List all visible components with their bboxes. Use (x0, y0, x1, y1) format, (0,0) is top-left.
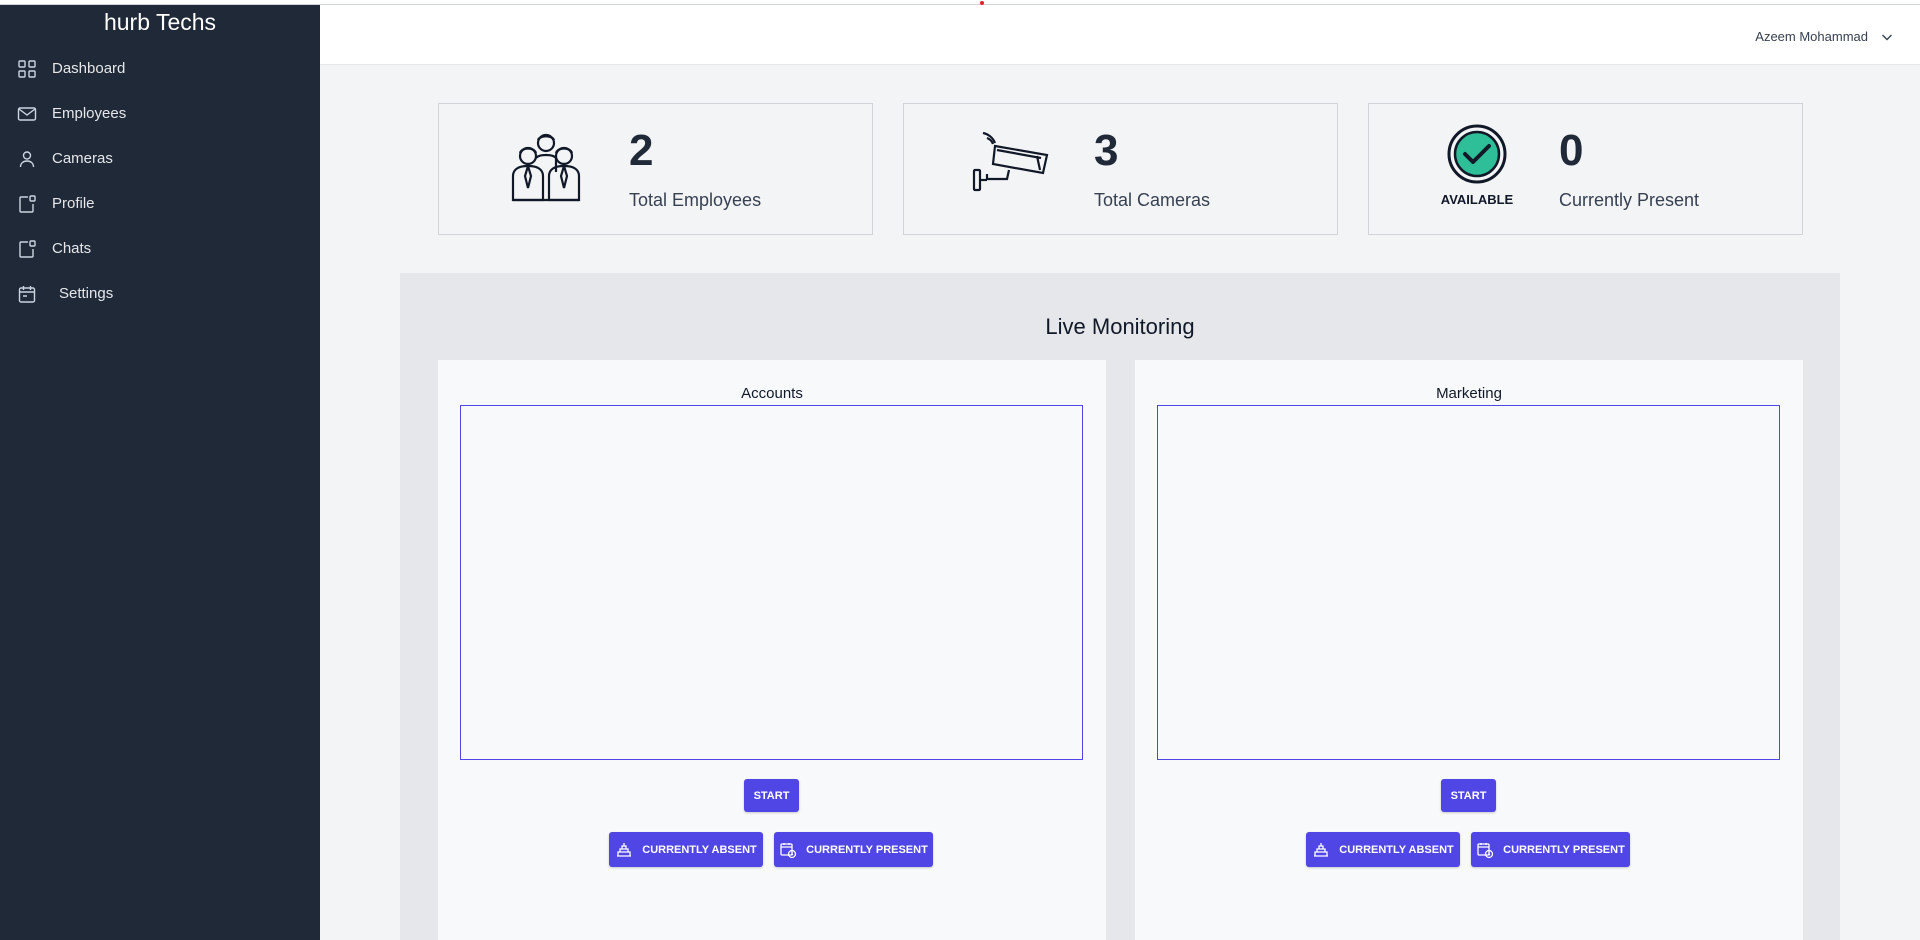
sidebar-item-settings[interactable]: Settings (0, 271, 320, 316)
brand-title: hurb Techs (103, 9, 217, 35)
mail-icon (16, 103, 38, 125)
sidebar-nav: Dashboard Employees Cameras Profile Chat… (0, 46, 320, 316)
live-monitoring-section: Live Monitoring Accounts START CURRENTLY… (400, 273, 1840, 940)
security-camera-icon (972, 131, 1049, 192)
sidebar-item-label: Employees (52, 105, 127, 122)
employees-group-icon (511, 133, 581, 202)
available-badge-text: AVAILABLE (1441, 192, 1514, 207)
currently-absent-button[interactable]: CURRENTLY ABSENT (609, 832, 763, 867)
camera-panel-marketing: Marketing START CURRENTLY ABSENT CURRENT… (1135, 360, 1803, 940)
calendar-icon (16, 283, 38, 305)
panel-title: Accounts (741, 385, 803, 402)
stat-card-cameras: 3 Total Cameras (903, 103, 1338, 235)
absent-icon (617, 842, 632, 857)
start-button[interactable]: START (1441, 779, 1496, 812)
indicator-dot (980, 1, 984, 5)
top-bar: Azeem Mohammad (320, 5, 1920, 65)
currently-absent-button[interactable]: CURRENTLY ABSENT (1306, 832, 1460, 867)
video-feed (460, 405, 1083, 760)
button-label: CURRENTLY ABSENT (642, 843, 757, 856)
stat-value: 2 (629, 126, 654, 175)
user-name: Azeem Mohammad (1755, 29, 1868, 44)
stat-card-employees: 2 Total Employees (438, 103, 873, 235)
start-button[interactable]: START (744, 779, 799, 812)
currently-present-button[interactable]: CURRENTLY PRESENT (774, 832, 933, 867)
present-icon (1477, 842, 1494, 858)
sidebar-item-label: Chats (52, 240, 92, 257)
button-label: CURRENTLY PRESENT (1503, 843, 1625, 856)
sidebar-item-label: Settings (59, 285, 114, 302)
available-check-icon: AVAILABLE (1441, 124, 1514, 207)
tag-icon (16, 238, 38, 260)
sidebar-item-employees[interactable]: Employees (0, 91, 320, 136)
sidebar-item-dashboard[interactable]: Dashboard (0, 46, 320, 91)
sidebar-item-label: Profile (52, 195, 95, 212)
stat-value: 3 (1094, 126, 1119, 175)
video-feed (1157, 405, 1780, 760)
button-label: CURRENTLY ABSENT (1339, 843, 1454, 856)
sidebar-item-profile[interactable]: Profile (0, 181, 320, 226)
stat-label: Currently Present (1559, 190, 1700, 210)
sidebar-item-cameras[interactable]: Cameras (0, 136, 320, 181)
absent-icon (1314, 842, 1329, 857)
stat-value: 0 (1559, 126, 1584, 175)
panel-title: Marketing (1436, 385, 1502, 402)
stat-label: Total Employees (629, 190, 762, 210)
grid-icon (16, 58, 38, 80)
camera-panel-accounts: Accounts START CURRENTLY ABSENT CURRENTL… (438, 360, 1106, 940)
chevron-down-icon (1882, 34, 1892, 40)
currently-present-button[interactable]: CURRENTLY PRESENT (1471, 832, 1630, 867)
sidebar-item-label: Dashboard (52, 60, 126, 77)
stat-label: Total Cameras (1094, 190, 1211, 210)
sidebar-item-label: Cameras (52, 150, 113, 167)
top-line (0, 0, 1920, 5)
tag-icon (16, 193, 38, 215)
user-icon (16, 148, 38, 170)
user-menu[interactable]: Azeem Mohammad (1755, 29, 1894, 44)
present-icon (780, 842, 797, 858)
stat-card-present: AVAILABLE 0 Currently Present (1368, 103, 1803, 235)
button-label: CURRENTLY PRESENT (806, 843, 928, 856)
stats-row: 2 Total Employees 3 Total Cameras AVAILA… (438, 103, 1803, 235)
sidebar-item-chats[interactable]: Chats (0, 226, 320, 271)
section-title: Live Monitoring (1045, 314, 1195, 339)
sidebar: hurb Techs Dashboard Employees Cameras P… (0, 5, 320, 940)
